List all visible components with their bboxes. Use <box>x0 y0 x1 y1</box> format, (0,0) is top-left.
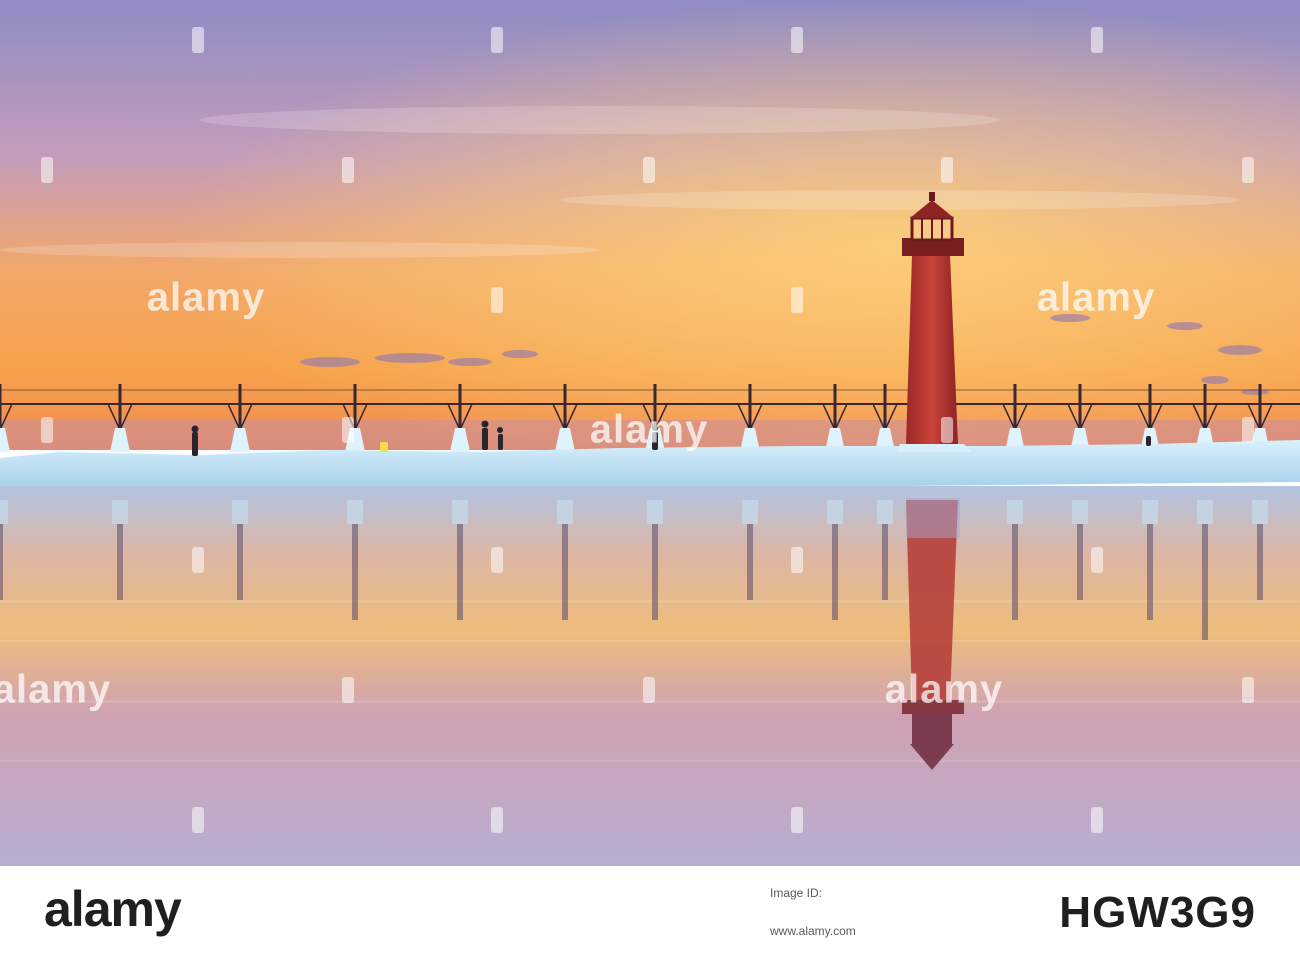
image-id-label: Image ID: <box>770 886 823 900</box>
alamy-url[interactable]: www.alamy.com <box>770 924 856 938</box>
scene <box>0 0 1300 866</box>
image-frame: alamy alamy alamy alamy alamy alamy Imag… <box>0 0 1300 956</box>
alamy-logo[interactable]: alamy <box>44 880 182 938</box>
lighthouse-sunset-photo: alamy alamy alamy alamy alamy <box>0 0 1300 866</box>
footer-bar: alamy Image ID: HGW3G9 www.alamy.com <box>0 866 1300 956</box>
water <box>0 486 1300 866</box>
sunset-glow <box>0 0 1300 450</box>
image-id: HGW3G9 <box>1059 888 1256 937</box>
